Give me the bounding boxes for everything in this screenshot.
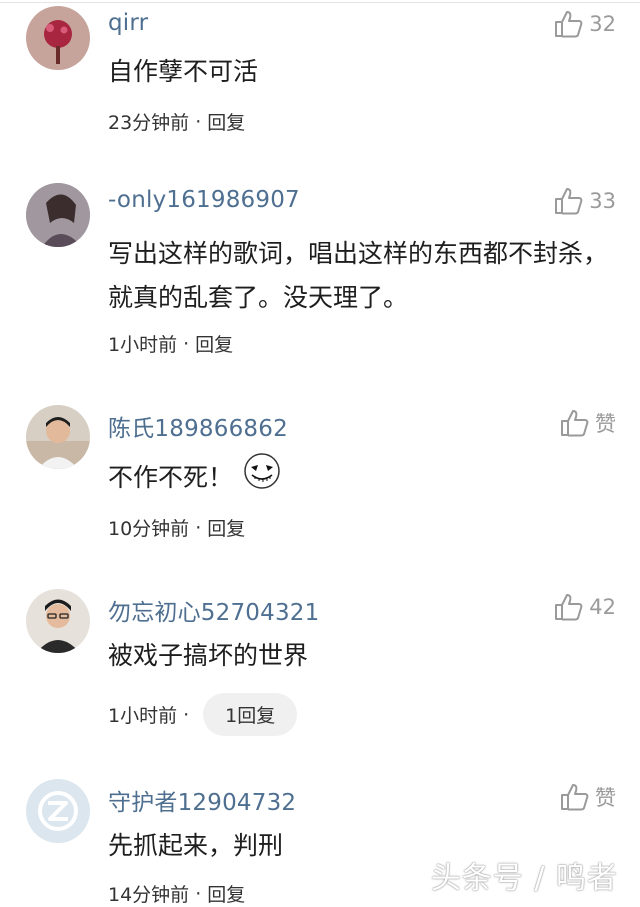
thumbs-up-icon (553, 592, 583, 622)
comment-text: 自作孽不可活 (108, 57, 259, 86)
like-button[interactable]: 32 (553, 8, 616, 40)
like-count: 33 (589, 189, 616, 213)
comment-meta: 1小时前 · 1回复 (108, 693, 298, 736)
separator: · (195, 516, 202, 539)
thumbs-up-icon (559, 408, 589, 438)
separator: · (195, 882, 202, 905)
avatar[interactable] (26, 589, 90, 653)
separator: · (195, 110, 202, 133)
thumbs-up-icon (553, 186, 583, 216)
like-button[interactable]: 赞 (559, 407, 616, 439)
username[interactable]: 陈氏189866862 (108, 409, 288, 443)
timestamp: 1小时前 (108, 334, 178, 356)
watermark: 头条号 / 鸣者 (430, 861, 618, 896)
separator: · (183, 703, 190, 726)
like-label: 赞 (595, 412, 616, 436)
avatar[interactable] (26, 183, 90, 247)
reply-button[interactable]: 回复 (207, 514, 245, 541)
username[interactable]: 守护者12904732 (108, 783, 296, 817)
like-button[interactable]: 33 (553, 185, 616, 217)
reply-button[interactable]: 回复 (207, 108, 245, 135)
reply-button[interactable]: 回复 (195, 330, 233, 357)
comment-text: 不作不死！ (108, 452, 608, 504)
thumbs-up-icon (559, 782, 589, 812)
timestamp: 23分钟前 (108, 112, 190, 134)
comment-text-body: 不作不死！ (108, 463, 234, 492)
like-button[interactable]: 42 (553, 591, 616, 623)
thumbs-up-icon (553, 9, 583, 39)
like-button[interactable]: 赞 (559, 781, 616, 813)
reply-button[interactable]: 回复 (207, 880, 245, 907)
timestamp: 10分钟前 (108, 518, 190, 540)
comment-meta: 10分钟前 · 回复 (108, 514, 245, 541)
comment-meta: 14分钟前 · 回复 (108, 880, 245, 907)
like-count: 42 (589, 595, 616, 619)
like-label: 赞 (595, 786, 616, 810)
username[interactable]: 勿忘初心52704321 (108, 593, 319, 627)
comment-text: 写出这样的歌词，唱出这样的东西都不封杀，就真的乱套了。没天理了。 (108, 239, 609, 312)
username[interactable]: -only161986907 (108, 187, 300, 213)
top-divider (0, 2, 640, 3)
separator: · (183, 332, 190, 355)
reply-count-button[interactable]: 1回复 (203, 693, 298, 736)
avatar[interactable] (26, 6, 90, 70)
timestamp: 1小时前 (108, 705, 178, 727)
comment-text: 被戏子搞坏的世界 (108, 641, 309, 670)
like-count: 32 (589, 12, 616, 36)
timestamp: 14分钟前 (108, 884, 190, 906)
comment-meta: 1小时前 · 回复 (108, 330, 233, 357)
username[interactable]: qirr (108, 10, 148, 36)
avatar[interactable] (26, 405, 90, 469)
comment-meta: 23分钟前 · 回复 (108, 108, 245, 135)
avatar[interactable] (26, 779, 90, 843)
skull-face-emoji-icon (243, 452, 281, 504)
